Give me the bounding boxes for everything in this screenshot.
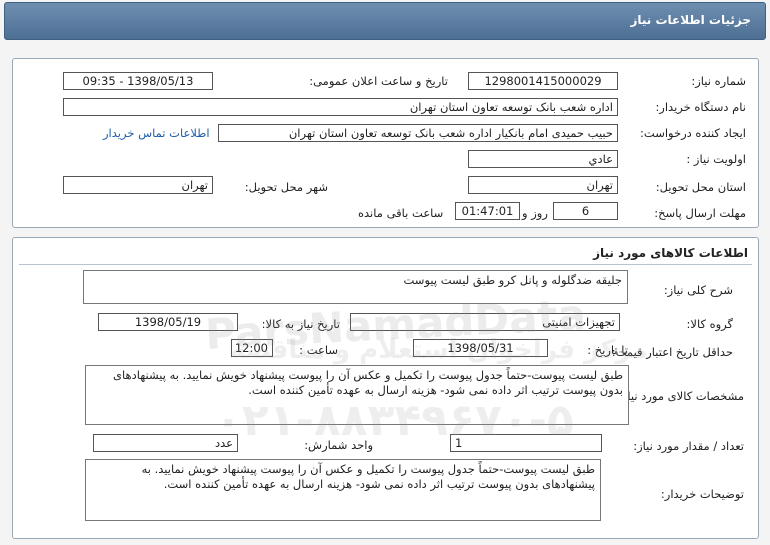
qty-label: تعداد / مقدار مورد نیاز: xyxy=(633,439,744,453)
group-label: گروه کالا: xyxy=(686,317,733,331)
buyer-org-field: اداره شعب بانک توسعه تعاون استان تهران xyxy=(63,98,618,116)
need-info-panel: شماره نیاز: 1298001415000029 تاریخ و ساع… xyxy=(12,58,759,228)
city-field: تهران xyxy=(63,176,213,194)
buyer-org-label: نام دستگاه خریدار: xyxy=(655,100,746,114)
requester-field: حبیب حمیدی امام بانکیار اداره شعب بانک ت… xyxy=(218,124,618,142)
need-number-label: شماره نیاز: xyxy=(691,74,746,88)
province-label: استان محل تحویل: xyxy=(655,180,746,194)
page-header: جزئيات اطلاعات نياز xyxy=(4,2,766,40)
announce-field: 1398/05/13 - 09:35 xyxy=(63,72,213,90)
specs-field: طبق لیست پیوست-حتماً جدول پیوست را تکمیل… xyxy=(85,365,629,425)
province-field: تهران xyxy=(468,176,618,194)
until-date-field: 1398/05/31 xyxy=(413,339,548,357)
validity-label: حداقل تاریخ اعتبار قیمت: xyxy=(611,345,733,359)
deadline-time-field: 01:47:01 xyxy=(455,202,520,220)
priority-field: عادي xyxy=(468,150,618,168)
buyer-notes-field: طبق لیست پیوست-حتماً جدول پیوست را تکمیل… xyxy=(85,459,601,521)
contact-buyer-link[interactable]: اطلاعات تماس خریدار xyxy=(103,126,210,140)
need-date-label: تاریخ نیاز به کالا: xyxy=(261,317,340,331)
until-date-label: تا تاریخ : xyxy=(587,343,628,357)
requester-label: ایجاد کننده درخواست: xyxy=(640,126,746,140)
specs-label: مشخصات کالای مورد نیاز: xyxy=(617,389,744,403)
city-label: شهر محل تحویل: xyxy=(244,180,328,194)
unit-field: عدد xyxy=(93,434,238,452)
buyer-notes-label: توضیحات خریدار: xyxy=(660,487,744,501)
summary-field: جلیقه ضدگلوله و پانل کرو طبق لیست پیوست xyxy=(83,270,628,304)
summary-label: شرح کلی نیاز: xyxy=(663,283,733,297)
page-title: جزئيات اطلاعات نياز xyxy=(630,13,751,27)
goods-info-panel: اطلاعات کالاهای مورد نیاز شرح کلی نیاز: … xyxy=(12,237,759,539)
time-field: 12:00 xyxy=(231,339,273,357)
section-divider xyxy=(19,264,752,265)
deadline-label: مهلت ارسال پاسخ: xyxy=(654,206,746,220)
group-field: تجهیزات امنیتی xyxy=(350,313,620,331)
need-date-field: 1398/05/19 xyxy=(98,313,238,331)
qty-field: 1 xyxy=(450,434,602,452)
announce-label: تاریخ و ساعت اعلان عمومی: xyxy=(309,74,448,88)
priority-label: اولویت نیاز : xyxy=(686,152,746,166)
unit-label: واحد شمارش: xyxy=(304,438,373,452)
remaining-text: ساعت باقی مانده xyxy=(358,206,444,220)
deadline-days-field: 6 xyxy=(553,202,618,220)
time-label: ساعت : xyxy=(299,343,338,357)
days-and-text: روز و xyxy=(522,206,548,220)
need-number-field: 1298001415000029 xyxy=(468,72,618,90)
goods-section-title: اطلاعات کالاهای مورد نیاز xyxy=(593,246,748,260)
